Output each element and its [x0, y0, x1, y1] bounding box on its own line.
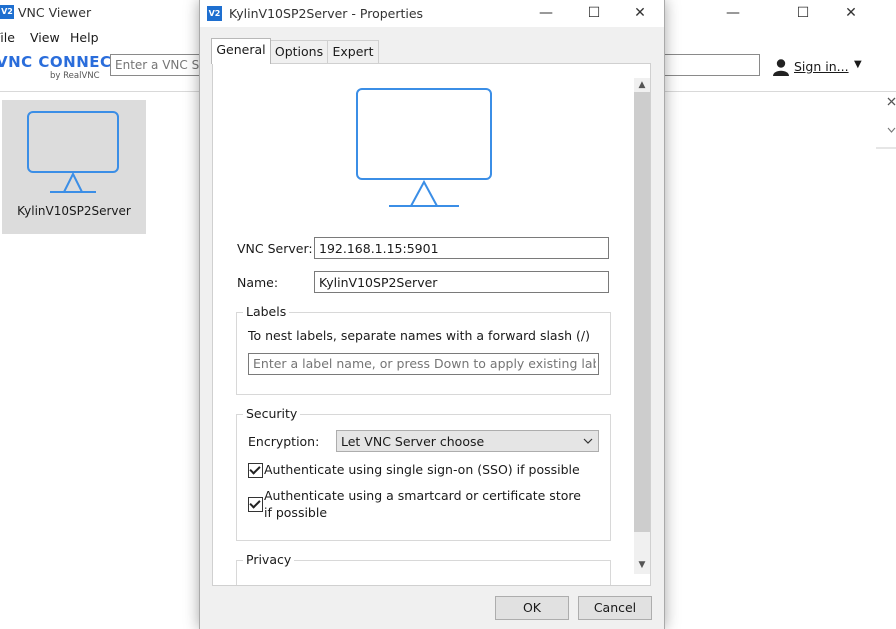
maximize-icon[interactable]: ☐ [574, 0, 614, 26]
viewer-window-title: VNC Viewer [18, 5, 92, 20]
label-input[interactable] [248, 353, 599, 375]
sso-label: Authenticate using single sign-on (SSO) … [264, 462, 580, 477]
tab-options[interactable]: Options [270, 40, 328, 63]
dialog-title-bar: V2 KylinV10SP2Server - Properties — ☐ ✕ [200, 0, 664, 27]
server-tile[interactable]: KylinV10SP2Server [2, 100, 146, 234]
minimize-icon[interactable]: — [526, 0, 566, 26]
menu-file[interactable]: File [0, 30, 15, 45]
tab-general[interactable]: General [211, 38, 271, 64]
cancel-button[interactable]: Cancel [578, 596, 652, 620]
smartcard-checkbox[interactable] [248, 497, 263, 512]
vnc-server-field[interactable]: 192.168.1.15:5901 [314, 237, 609, 259]
encryption-select[interactable]: Let VNC Server choose [336, 430, 599, 452]
sign-in-label: Sign in... [794, 59, 849, 74]
monitor-icon [27, 111, 119, 193]
scroll-up-icon[interactable]: ▲ [634, 78, 650, 92]
monitor-icon [356, 88, 492, 207]
chevron-down-icon: ▼ [854, 59, 862, 70]
encryption-value: Let VNC Server choose [341, 434, 485, 449]
name-field[interactable]: KylinV10SP2Server [314, 271, 609, 293]
brand-name: VNC CONNECT [0, 53, 123, 71]
labels-group-title: Labels [243, 304, 290, 319]
close-panel-icon[interactable] [876, 92, 896, 152]
maximize-icon[interactable]: ☐ [780, 0, 826, 26]
vnc-app-icon: V2 [207, 6, 222, 21]
general-panel: VNC Server: 192.168.1.15:5901 Name: Kyli… [212, 63, 651, 586]
side-panel-edge [876, 92, 896, 152]
security-group-title: Security [243, 406, 301, 421]
labels-hint: To nest labels, separate names with a fo… [248, 328, 590, 343]
user-icon [773, 59, 789, 76]
tab-expert[interactable]: Expert [327, 40, 379, 63]
dialog-title: KylinV10SP2Server - Properties [229, 6, 424, 21]
security-group: Security Encryption: Let VNC Server choo… [236, 406, 611, 541]
vnc-app-icon: V2 [0, 5, 14, 19]
minimize-icon[interactable]: — [710, 0, 756, 26]
menu-help[interactable]: Help [70, 30, 99, 45]
smartcard-label: Authenticate using a smartcard or certif… [264, 488, 581, 520]
privacy-group: Privacy [236, 552, 611, 585]
close-icon[interactable]: ✕ [620, 0, 660, 26]
close-icon[interactable]: ✕ [828, 0, 874, 26]
encryption-label: Encryption: [248, 434, 320, 449]
properties-dialog: V2 KylinV10SP2Server - Properties — ☐ ✕ … [199, 0, 665, 629]
sso-checkbox[interactable] [248, 463, 263, 478]
labels-group: Labels To nest labels, separate names wi… [236, 304, 611, 395]
menu-view[interactable]: View [30, 30, 60, 45]
ok-button[interactable]: OK [495, 596, 569, 620]
server-tile-name: KylinV10SP2Server [17, 204, 131, 218]
panel-scrollbar[interactable]: ▲ ▼ [634, 78, 650, 574]
vnc-server-label: VNC Server: [237, 241, 313, 256]
chevron-down-icon [583, 438, 593, 444]
name-label: Name: [237, 275, 279, 290]
scrollbar-thumb[interactable] [634, 92, 650, 532]
privacy-group-title: Privacy [243, 552, 295, 567]
scroll-down-icon[interactable]: ▼ [634, 558, 650, 572]
brand-sub: by RealVNC [50, 71, 100, 81]
